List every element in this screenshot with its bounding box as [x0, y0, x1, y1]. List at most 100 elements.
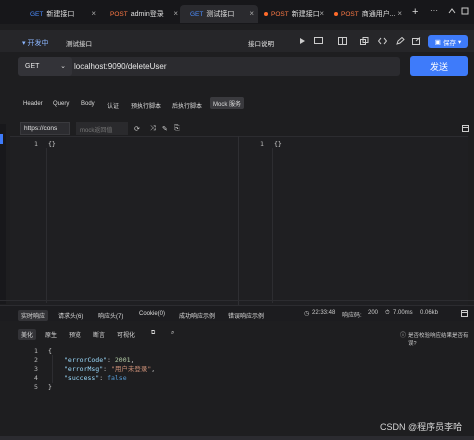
more-icon[interactable]: ··· [430, 6, 438, 15]
url-input[interactable]: localhost:9090/deleteUser [74, 62, 167, 71]
close-icon[interactable]: × [397, 9, 402, 18]
tab-assert[interactable]: 断言 [90, 329, 108, 340]
link-icon[interactable]: ⎘ [174, 125, 180, 133]
tab-raw[interactable]: 原生 [42, 329, 60, 340]
tab-query[interactable]: Query [50, 99, 72, 111]
line-number: 1 [34, 347, 38, 355]
tab-body[interactable]: Body [78, 99, 98, 111]
tab-method: POST [110, 10, 128, 18]
watermark: CSDN @程序员李哈 [380, 422, 463, 432]
request-name-input[interactable]: 测试接口 [62, 35, 242, 48]
tab-post-user[interactable]: POST 商通用户... × [328, 5, 406, 23]
tab-error-example[interactable]: 错误响应示例 [225, 310, 267, 321]
mock-input[interactable]: mock返回值 [76, 122, 128, 135]
search-icon[interactable]: ⌕ [168, 329, 177, 338]
mock-url-select[interactable]: https://cons [20, 122, 70, 135]
screen-icon[interactable] [314, 37, 323, 45]
response-json[interactable]: { "errorCode": 2001, "errorMsg": "用户未登录"… [48, 347, 155, 392]
tab-preview[interactable]: 预览 [66, 329, 84, 340]
line-number: 3 [34, 365, 38, 373]
panel-icon[interactable] [461, 310, 468, 317]
tab-cookie[interactable]: Cookie(0) [136, 310, 168, 318]
edit-icon[interactable] [396, 37, 405, 45]
copy-icon[interactable]: ⧉ [148, 329, 158, 338]
json-line: "errorMsg": "用户未登录", [64, 365, 156, 373]
chevron-down-icon: ▾ [457, 38, 462, 46]
share-icon[interactable] [412, 37, 421, 45]
panel-icon[interactable] [462, 125, 469, 132]
save-label: 保存 [442, 39, 456, 47]
send-button[interactable]: 发送 [410, 56, 468, 76]
tab-response-headers[interactable]: 响应头(7) [95, 310, 126, 321]
indent-guide [52, 355, 53, 383]
tab-visualize[interactable]: 可视化 [114, 329, 138, 340]
line-number: 1 [260, 140, 264, 148]
json-key: "errorCode" [64, 356, 108, 364]
mock-editor[interactable] [10, 136, 468, 306]
refresh-icon[interactable]: ⟳ [134, 125, 140, 133]
response-size: 0.06kb [420, 310, 439, 316]
tab-post-new[interactable]: POST 新建接口 × [258, 5, 328, 23]
close-icon[interactable]: × [249, 9, 254, 18]
line-number: 2 [34, 356, 38, 364]
tab-pre-script[interactable]: 预执行脚本 [128, 99, 164, 111]
response-duration: 7.00ms [393, 310, 413, 316]
save-icon: ▣ [434, 38, 441, 46]
status-code-label: 响应码: [342, 313, 362, 319]
layout-icon[interactable] [338, 37, 347, 45]
assert-hint[interactable]: 是否校验响应结果是否有误? [408, 331, 474, 347]
line-number: 5 [34, 383, 38, 391]
bottom-bar [0, 436, 474, 440]
request-tabs: Header Query Body 认证 预执行脚本 后执行脚本 Mock 服务 [0, 96, 474, 112]
tab-method: GET [190, 10, 204, 18]
doc-button[interactable]: 接口说明 [248, 38, 274, 48]
json-key: "errorMsg" [64, 365, 104, 373]
tab-method: POST [341, 10, 359, 18]
expand-icon[interactable] [448, 7, 456, 15]
method-label: GET [25, 63, 40, 70]
copy-icon[interactable] [360, 37, 369, 45]
save-button[interactable]: ▣ 保存 ▾ [428, 35, 468, 48]
mock-code-right[interactable]: {} [274, 140, 282, 148]
add-tab-icon[interactable]: + [412, 6, 418, 18]
tab-get-new[interactable]: GET 新建接口 × [20, 5, 100, 23]
chevron-down-icon: ▾ [22, 40, 26, 47]
json-key: "success" [64, 374, 100, 382]
json-brace: { [48, 347, 52, 355]
tab-pretty[interactable]: 美化 [18, 329, 37, 340]
tab-post-script[interactable]: 后执行脚本 [169, 99, 205, 111]
close-icon[interactable]: × [319, 9, 324, 18]
edit-icon[interactable]: ✎ [162, 125, 168, 133]
env-label: 开发中 [27, 40, 49, 47]
method-select[interactable]: GET ⌄ [18, 57, 72, 76]
tab-post-admin-login[interactable]: POST admin登录 × [100, 5, 182, 23]
tab-request-headers[interactable]: 请求头(6) [55, 310, 86, 321]
tab-title: 测试接口 [206, 11, 235, 18]
tab-get-test-active[interactable]: GET 测试接口 × [180, 5, 258, 23]
tab-method: GET [30, 10, 44, 18]
json-line: "errorCode": 2001, [64, 356, 135, 364]
env-selector[interactable]: ▾ 开发中 [22, 38, 48, 48]
tab-header[interactable]: Header [20, 99, 46, 111]
window-icon[interactable] [461, 7, 469, 15]
code-icon[interactable] [378, 37, 387, 45]
close-icon[interactable]: × [173, 9, 178, 18]
response-line-numbers: 1 2 3 4 5 [34, 347, 38, 392]
tab-success-example[interactable]: 成功响应示例 [176, 310, 218, 321]
close-icon[interactable]: × [91, 9, 96, 18]
indent-guide [46, 148, 47, 303]
mock-code-left[interactable]: {} [48, 140, 56, 148]
tab-mock[interactable]: Mock 服务 [210, 97, 245, 109]
json-brace: } [48, 383, 52, 391]
tab-title: 商通用户... [361, 11, 396, 18]
editor-divider [238, 136, 239, 306]
tab-auth[interactable]: 认证 [104, 99, 122, 111]
json-value: "用户未登录" [110, 365, 152, 373]
split-divider[interactable] [0, 300, 474, 301]
shuffle-icon[interactable]: ⤨ [150, 125, 156, 133]
side-indicator [0, 134, 3, 144]
tab-method: POST [271, 10, 289, 18]
play-icon[interactable] [298, 37, 307, 45]
clock-icon: ◷ [304, 311, 310, 317]
tab-live-response[interactable]: 实时响应 [18, 310, 49, 321]
